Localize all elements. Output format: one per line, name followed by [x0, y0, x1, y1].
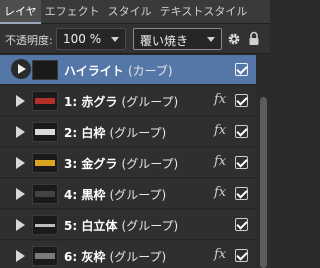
tab-text-styles[interactable]: テキストスタイル	[156, 0, 252, 24]
layers-list: ハイライト (カーブ) 1: 赤グラ (グループ) fx 2: 白枠 (グループ…	[0, 55, 270, 268]
expand-icon[interactable]	[16, 95, 25, 107]
expand-icon[interactable]	[16, 157, 25, 169]
layer-row-5[interactable]: 5: 白立体 (グループ)	[0, 210, 256, 240]
layer-thumbnail	[32, 215, 58, 235]
opacity-label: 不透明度:	[5, 34, 53, 47]
visibility-checkbox[interactable]	[235, 218, 248, 231]
layer-row-1[interactable]: 1: 赤グラ (グループ) fx	[0, 86, 256, 116]
layers-toolbar: 不透明度: 100 % 覆い焼き	[0, 24, 270, 54]
layer-label: 5: 白立体 (グループ)	[64, 219, 179, 233]
layer-label: 2: 白枠 (グループ)	[64, 126, 167, 140]
layer-label: 6: 灰枠 (グループ)	[64, 250, 167, 264]
blend-mode-dropdown[interactable]: 覆い焼き	[133, 28, 222, 50]
expand-icon[interactable]	[16, 219, 25, 231]
layer-thumbnail	[32, 184, 58, 204]
layer-thumbnail	[32, 60, 58, 80]
layer-row-6[interactable]: 6: 灰枠 (グループ) fx	[0, 241, 256, 268]
opacity-dropdown[interactable]: 100 %	[56, 28, 126, 50]
chevron-down-icon	[207, 37, 215, 42]
expand-icon[interactable]	[16, 188, 25, 200]
scrollbar-thumb[interactable]	[260, 97, 267, 268]
fx-icon[interactable]: fx	[214, 185, 226, 200]
layer-row-highlight[interactable]: ハイライト (カーブ)	[0, 55, 256, 85]
layer-thumbnail	[32, 153, 58, 173]
layer-thumbnail	[32, 122, 58, 142]
lock-icon[interactable]	[248, 31, 260, 46]
visibility-checkbox[interactable]	[235, 63, 248, 76]
expand-icon[interactable]	[16, 126, 25, 138]
visibility-checkbox[interactable]	[235, 156, 248, 169]
opacity-value: 100 %	[63, 32, 102, 46]
fx-icon[interactable]: fx	[214, 92, 226, 107]
tab-layers[interactable]: レイヤ	[0, 0, 41, 24]
layer-thumbnail	[32, 246, 58, 266]
layer-label: 3: 金グラ (グループ)	[64, 157, 179, 171]
layer-thumbnail	[32, 91, 58, 111]
chevron-down-icon	[111, 37, 119, 42]
layer-label: 1: 赤グラ (グループ)	[64, 95, 179, 109]
layer-row-2[interactable]: 2: 白枠 (グループ) fx	[0, 117, 256, 147]
layer-label: 4: 黒枠 (グループ)	[64, 188, 167, 202]
expand-icon[interactable]	[11, 59, 31, 79]
visibility-checkbox[interactable]	[235, 94, 248, 107]
tab-effects[interactable]: エフェクト	[41, 0, 104, 24]
tab-styles[interactable]: スタイル	[104, 0, 156, 24]
layer-row-4[interactable]: 4: 黒枠 (グループ) fx	[0, 179, 256, 209]
layers-scrollbar[interactable]	[256, 55, 270, 268]
fx-icon[interactable]: fx	[214, 123, 226, 138]
visibility-checkbox[interactable]	[235, 249, 248, 262]
fx-icon[interactable]: fx	[214, 247, 226, 262]
visibility-checkbox[interactable]	[235, 125, 248, 138]
visibility-checkbox[interactable]	[235, 187, 248, 200]
layer-label: ハイライト (カーブ)	[64, 64, 173, 78]
fx-icon[interactable]: fx	[214, 154, 226, 169]
gear-icon[interactable]	[227, 32, 241, 46]
expand-icon[interactable]	[16, 250, 25, 262]
layer-row-3[interactable]: 3: 金グラ (グループ) fx	[0, 148, 256, 178]
blend-mode-value: 覆い焼き	[140, 34, 189, 48]
panel-tabs: レイヤ エフェクト スタイル テキストスタイル	[0, 0, 270, 24]
